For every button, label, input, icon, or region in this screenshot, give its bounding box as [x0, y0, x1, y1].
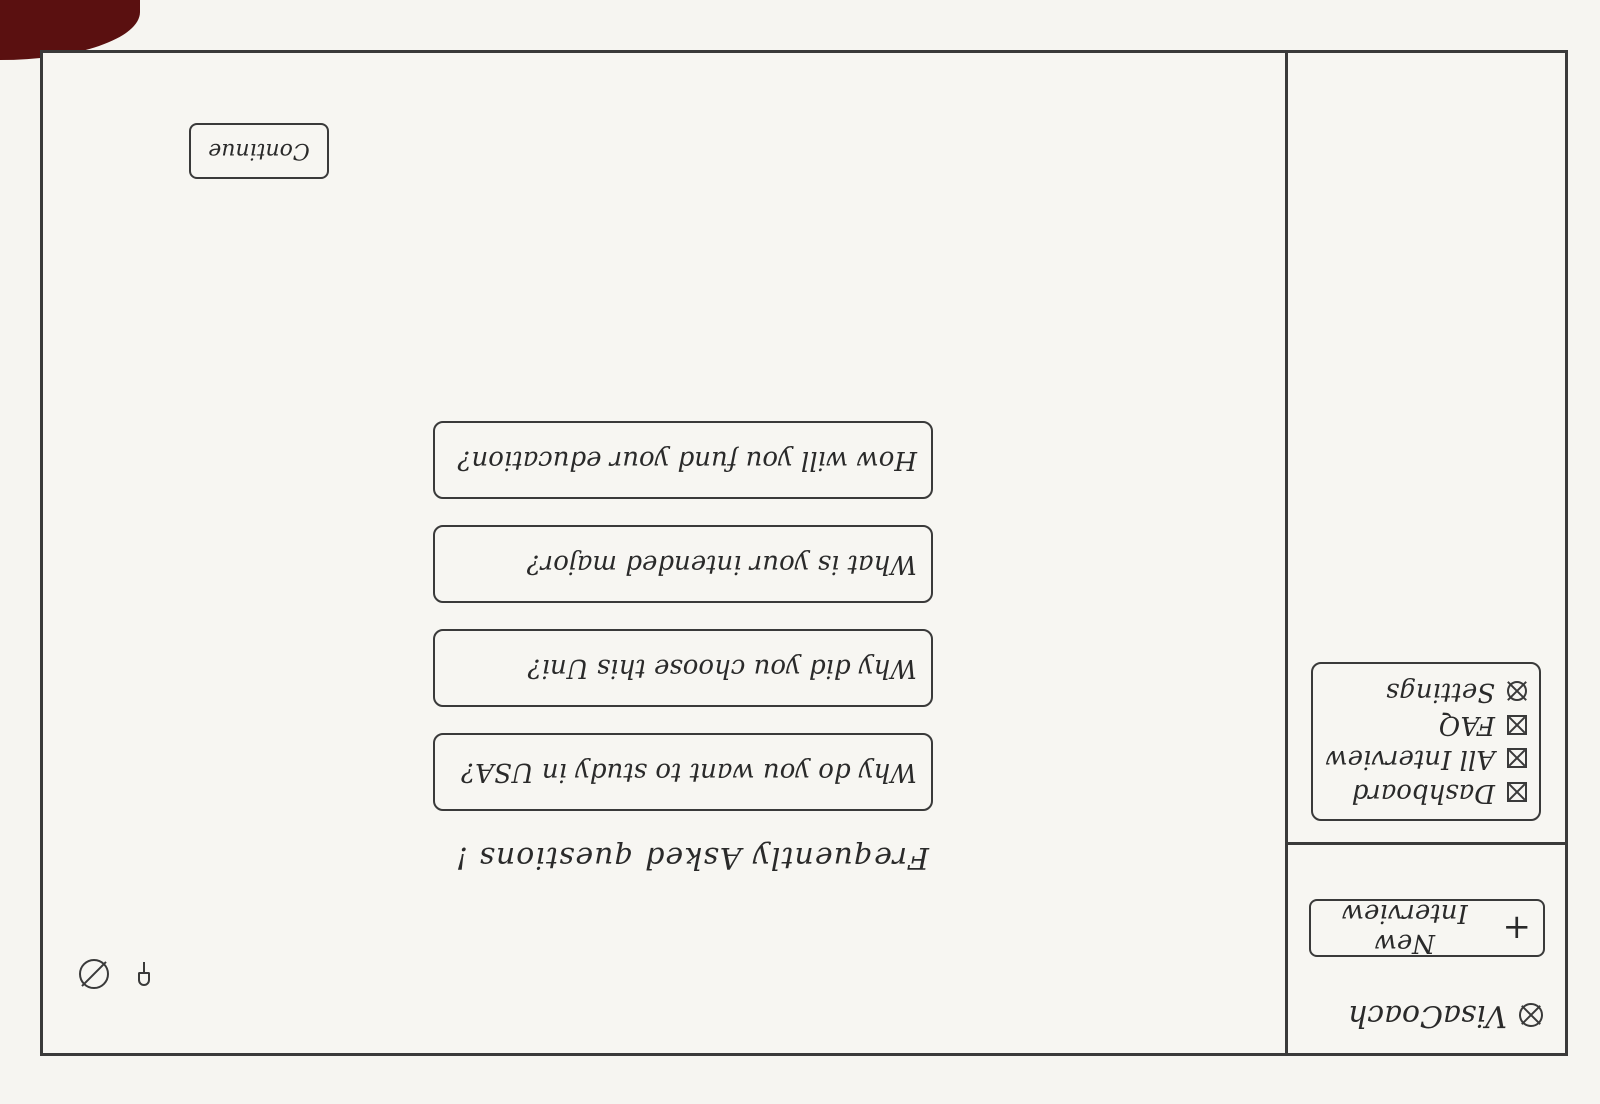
dashboard-icon [1507, 782, 1527, 803]
faq-list: Why do you want to study in USA? Why did… [433, 421, 933, 811]
faq-icon [1507, 714, 1527, 735]
sidebar-divider [1285, 842, 1565, 845]
sidebar-item-all-interview[interactable]: All Interview [1325, 741, 1527, 775]
brand-name: VisaCoach [1347, 998, 1507, 1033]
interview-icon [1507, 748, 1527, 769]
continue-button[interactable]: Continue [189, 123, 329, 179]
faq-item-intended-major[interactable]: What is your intended major? [433, 525, 933, 603]
sidebar: VisaCoach + New Interview Dashboard All … [1285, 53, 1565, 1053]
app-window: VisaCoach + New Interview Dashboard All … [40, 50, 1568, 1056]
paper-photo: VisaCoach + New Interview Dashboard All … [0, 0, 1600, 1104]
logo-icon [1519, 1003, 1543, 1028]
sidebar-item-label: FAQ [1439, 710, 1495, 741]
new-interview-label: New Interview [1341, 898, 1468, 958]
new-interview-button[interactable]: + New Interview [1309, 898, 1545, 958]
sidebar-item-label: Dashboard [1351, 778, 1495, 808]
sidebar-item-settings[interactable]: Settings [1325, 674, 1527, 708]
sidebar-menu: Dashboard All Interview FAQ Settings [1311, 661, 1541, 821]
faq-item-study-usa[interactable]: Why do you want to study in USA? [433, 733, 933, 811]
sidebar-item-label: All Interview [1325, 744, 1495, 775]
sidebar-item-label: Settings [1385, 676, 1495, 707]
faq-title: Frequently Asked questions ! [454, 840, 929, 875]
profile-icon[interactable] [79, 959, 109, 989]
header-icons [79, 959, 153, 989]
main-content: Frequently Asked questions ! Why do you … [43, 53, 1285, 1053]
settings-icon [1507, 680, 1527, 701]
faq-item-fund-education[interactable]: How will you fund your education? [433, 421, 933, 499]
faq-item-choose-uni[interactable]: Why did you choose this Uni? [433, 629, 933, 707]
sidebar-item-faq[interactable]: FAQ [1325, 708, 1527, 742]
brand: VisaCoach [1348, 998, 1543, 1033]
plus-icon: + [1502, 908, 1532, 948]
sidebar-item-dashboard[interactable]: Dashboard [1325, 775, 1527, 809]
bell-icon[interactable] [135, 962, 153, 986]
